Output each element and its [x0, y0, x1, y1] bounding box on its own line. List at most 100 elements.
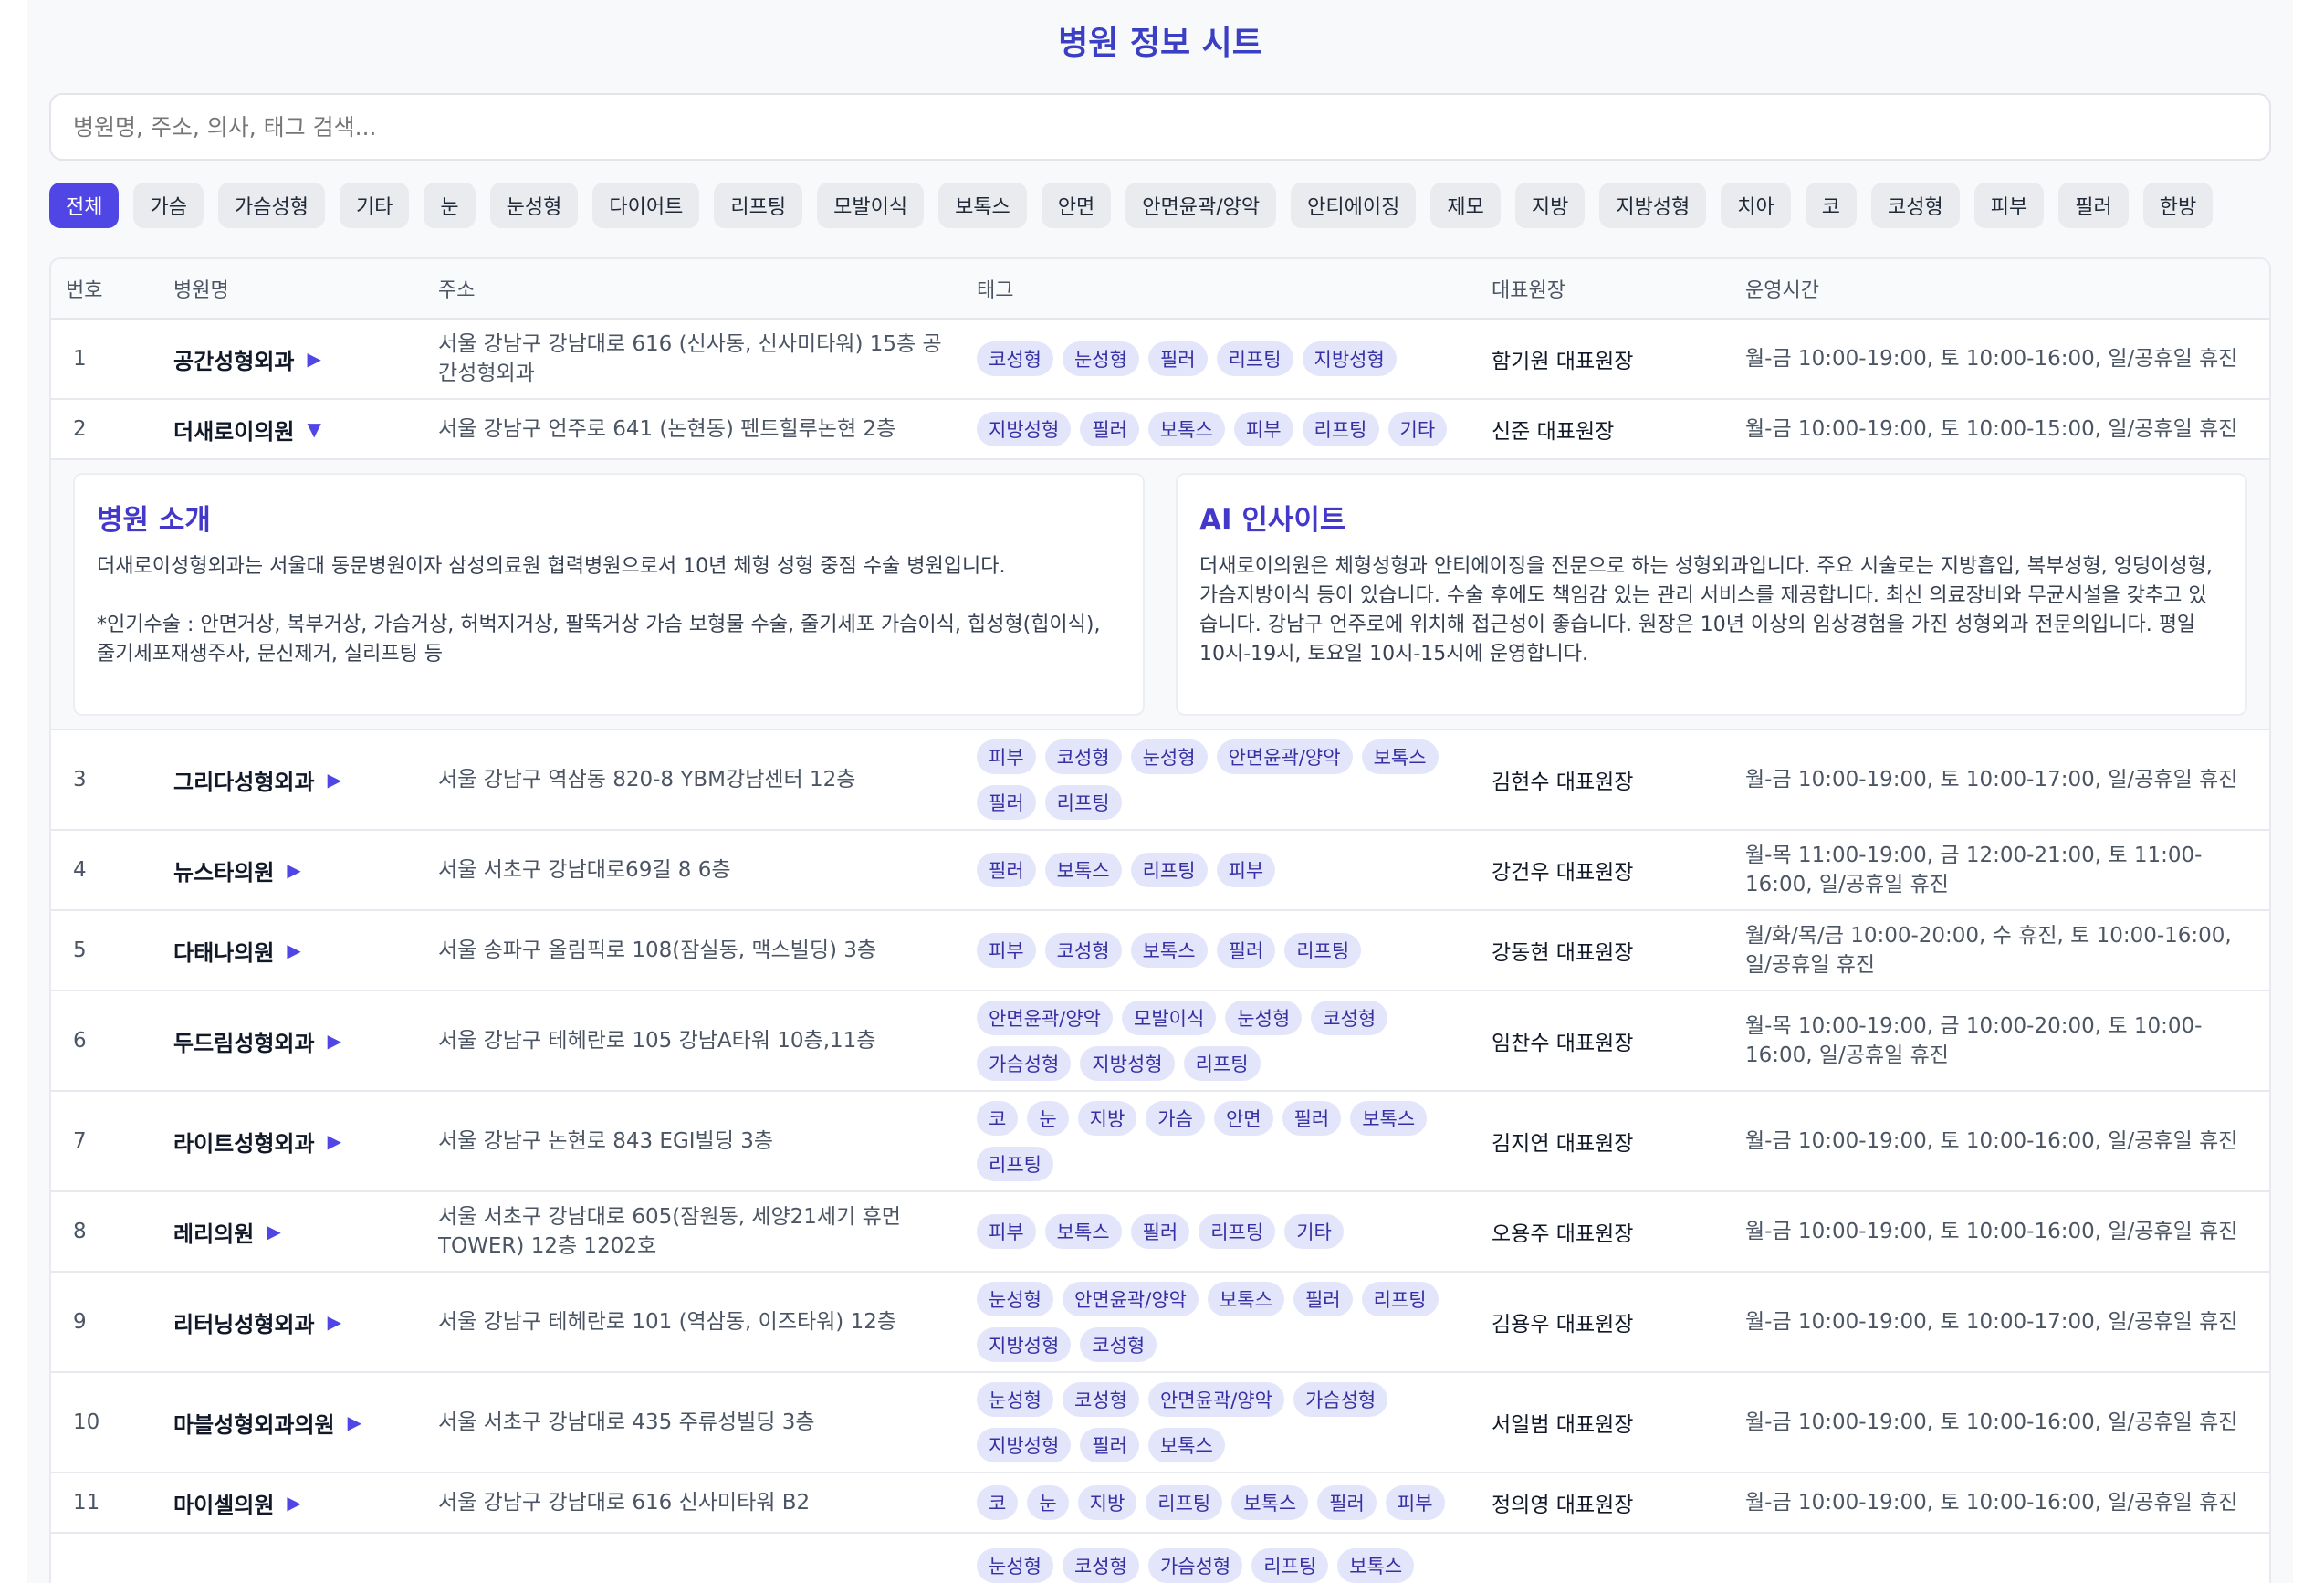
tag[interactable]: 리프팅	[1284, 933, 1362, 968]
tag[interactable]: 눈성형	[1062, 341, 1139, 376]
tag[interactable]: 필러	[1282, 1101, 1342, 1136]
tag[interactable]: 가슴성형	[1293, 1382, 1388, 1417]
filter-chip[interactable]: 지방	[1514, 183, 1586, 228]
tag[interactable]: 보톡스	[1130, 933, 1208, 968]
tag[interactable]: 피부	[1233, 412, 1293, 446]
tag[interactable]: 눈성형	[1225, 1001, 1303, 1035]
expand-right-icon[interactable]: ▶	[328, 1030, 341, 1052]
filter-chip[interactable]: 안티에이징	[1291, 183, 1417, 228]
filter-chip[interactable]: 안면	[1041, 183, 1112, 228]
expand-right-icon[interactable]: ▶	[307, 348, 320, 370]
filter-chip[interactable]: 안면윤곽/양악	[1125, 183, 1277, 228]
tag[interactable]: 보톡스	[1044, 853, 1122, 887]
filter-chip[interactable]: 가슴성형	[217, 183, 325, 228]
tag[interactable]: 보톡스	[1044, 1214, 1122, 1249]
tag[interactable]: 리프팅	[1361, 1282, 1439, 1316]
tag[interactable]: 보톡스	[1337, 1548, 1415, 1583]
search-input[interactable]	[49, 93, 2271, 161]
tag[interactable]: 눈성형	[1130, 739, 1208, 774]
expand-right-icon[interactable]: ▶	[287, 939, 300, 961]
tag[interactable]: 보톡스	[1147, 1428, 1225, 1462]
tag[interactable]: 눈	[1027, 1101, 1069, 1136]
hospital-name[interactable]: 마이셀의원 ▶	[159, 1487, 424, 1519]
column-header[interactable]: 병원명	[159, 274, 424, 303]
expand-right-icon[interactable]: ▶	[267, 1221, 280, 1242]
tag[interactable]: 가슴	[1146, 1101, 1205, 1136]
tag[interactable]: 코성형	[1044, 933, 1122, 968]
hospital-name[interactable]: 뉴스타의원 ▶	[159, 854, 424, 886]
tag[interactable]: 리프팅	[1146, 1485, 1223, 1520]
tag[interactable]: 리프팅	[1130, 853, 1208, 887]
tag[interactable]: 눈	[1027, 1485, 1069, 1520]
expand-right-icon[interactable]: ▶	[287, 859, 300, 881]
tag[interactable]: 보톡스	[1231, 1485, 1309, 1520]
tag[interactable]: 필러	[1130, 1214, 1190, 1249]
filter-chip[interactable]: 코	[1805, 183, 1858, 228]
filter-chip[interactable]: 눈성형	[489, 183, 579, 228]
tag[interactable]: 지방성형	[1302, 341, 1397, 376]
tag[interactable]: 피부	[977, 933, 1036, 968]
expand-right-icon[interactable]: ▶	[328, 1311, 341, 1333]
tag[interactable]: 코	[977, 1101, 1019, 1136]
tag[interactable]: 리프팅	[1216, 341, 1293, 376]
tag[interactable]: 눈성형	[977, 1282, 1053, 1316]
tag[interactable]: 코성형	[1062, 1548, 1139, 1583]
filter-chip[interactable]: 기타	[339, 183, 410, 228]
filter-chip[interactable]: 치아	[1721, 183, 1791, 228]
tag[interactable]: 지방성형	[977, 1428, 1072, 1462]
tag[interactable]: 피부	[1385, 1485, 1445, 1520]
tag[interactable]: 필러	[1080, 412, 1139, 446]
tag[interactable]: 코성형	[1062, 1382, 1139, 1417]
filter-chip[interactable]: 코성형	[1871, 183, 1960, 228]
tag[interactable]: 지방성형	[1080, 1046, 1175, 1081]
tag[interactable]: 가슴성형	[1147, 1548, 1243, 1583]
column-header[interactable]: 운영시간	[1731, 274, 2269, 303]
column-header[interactable]: 대표원장	[1477, 274, 1731, 303]
tag[interactable]: 보톡스	[1350, 1101, 1428, 1136]
tag[interactable]: 피부	[977, 1214, 1036, 1249]
tag[interactable]: 기타	[1284, 1214, 1344, 1249]
table-row[interactable]: 눈성형 코성형 가슴성형 리프팅 보톡스	[51, 1534, 2269, 1583]
tag[interactable]: 안면	[1213, 1101, 1273, 1136]
tag[interactable]: 지방성형	[977, 412, 1072, 446]
filter-chip[interactable]: 다이어트	[592, 183, 700, 228]
tag[interactable]: 필러	[977, 853, 1036, 887]
tag[interactable]: 코	[977, 1485, 1019, 1520]
filter-chip[interactable]: 리프팅	[714, 183, 803, 228]
column-header[interactable]: 주소	[424, 274, 962, 303]
tag[interactable]: 지방성형	[977, 1327, 1072, 1362]
tag[interactable]: 모발이식	[1122, 1001, 1217, 1035]
hospital-name[interactable]: 다태나의원 ▶	[159, 935, 424, 967]
hospital-name[interactable]: 더새로이의원 ▼	[159, 414, 424, 446]
tag[interactable]: 리프팅	[1302, 412, 1379, 446]
tag[interactable]: 코성형	[1080, 1327, 1157, 1362]
tag[interactable]: 리프팅	[1251, 1548, 1329, 1583]
table-row[interactable]: 8 레리의원 ▶ 서울 서초구 강남대로 605(잠원동, 세양21세기 휴먼 TOW…	[51, 1192, 2269, 1273]
tag[interactable]: 리프팅	[1199, 1214, 1276, 1249]
tag[interactable]: 안면윤곽/양악	[1062, 1282, 1199, 1316]
hospital-name[interactable]: 레리의원 ▶	[159, 1216, 424, 1248]
tag[interactable]: 필러	[1317, 1485, 1377, 1520]
tag[interactable]: 리프팅	[977, 1147, 1053, 1181]
tag[interactable]: 안면윤곽/양악	[1216, 739, 1353, 774]
filter-chip[interactable]: 눈	[424, 183, 476, 228]
tag[interactable]: 코성형	[1311, 1001, 1388, 1035]
tag[interactable]: 눈성형	[977, 1548, 1053, 1583]
tag[interactable]: 보톡스	[1147, 412, 1225, 446]
table-row[interactable]: 2 더새로이의원 ▼ 서울 강남구 언주로 641 (논현동) 펜트힐루논현 2층 지방…	[51, 400, 2269, 460]
filter-chip[interactable]: 필러	[2058, 183, 2129, 228]
tag[interactable]: 리프팅	[1183, 1046, 1261, 1081]
column-header[interactable]: 태그	[962, 274, 1477, 303]
column-header[interactable]: 번호	[51, 274, 159, 303]
hospital-name[interactable]: 그리다성형외과 ▶	[159, 764, 424, 796]
filter-chip[interactable]: 제모	[1430, 183, 1501, 228]
expand-right-icon[interactable]: ▶	[348, 1411, 361, 1433]
tag[interactable]: 필러	[1293, 1282, 1353, 1316]
filter-chip[interactable]: 모발이식	[817, 183, 925, 228]
tag[interactable]: 가슴성형	[977, 1046, 1072, 1081]
filter-chip[interactable]: 보톡스	[938, 183, 1027, 228]
tag[interactable]: 보톡스	[1207, 1282, 1284, 1316]
table-row[interactable]: 6 두드림성형외과 ▶ 서울 강남구 테헤란로 105 강남A타워 10층,11층 안면…	[51, 991, 2269, 1092]
expand-right-icon[interactable]: ▶	[328, 1130, 341, 1152]
table-row[interactable]: 10 마블성형외과의원 ▶ 서울 서초구 강남대로 435 주류성빌딩 3층 눈성형 코성…	[51, 1373, 2269, 1473]
